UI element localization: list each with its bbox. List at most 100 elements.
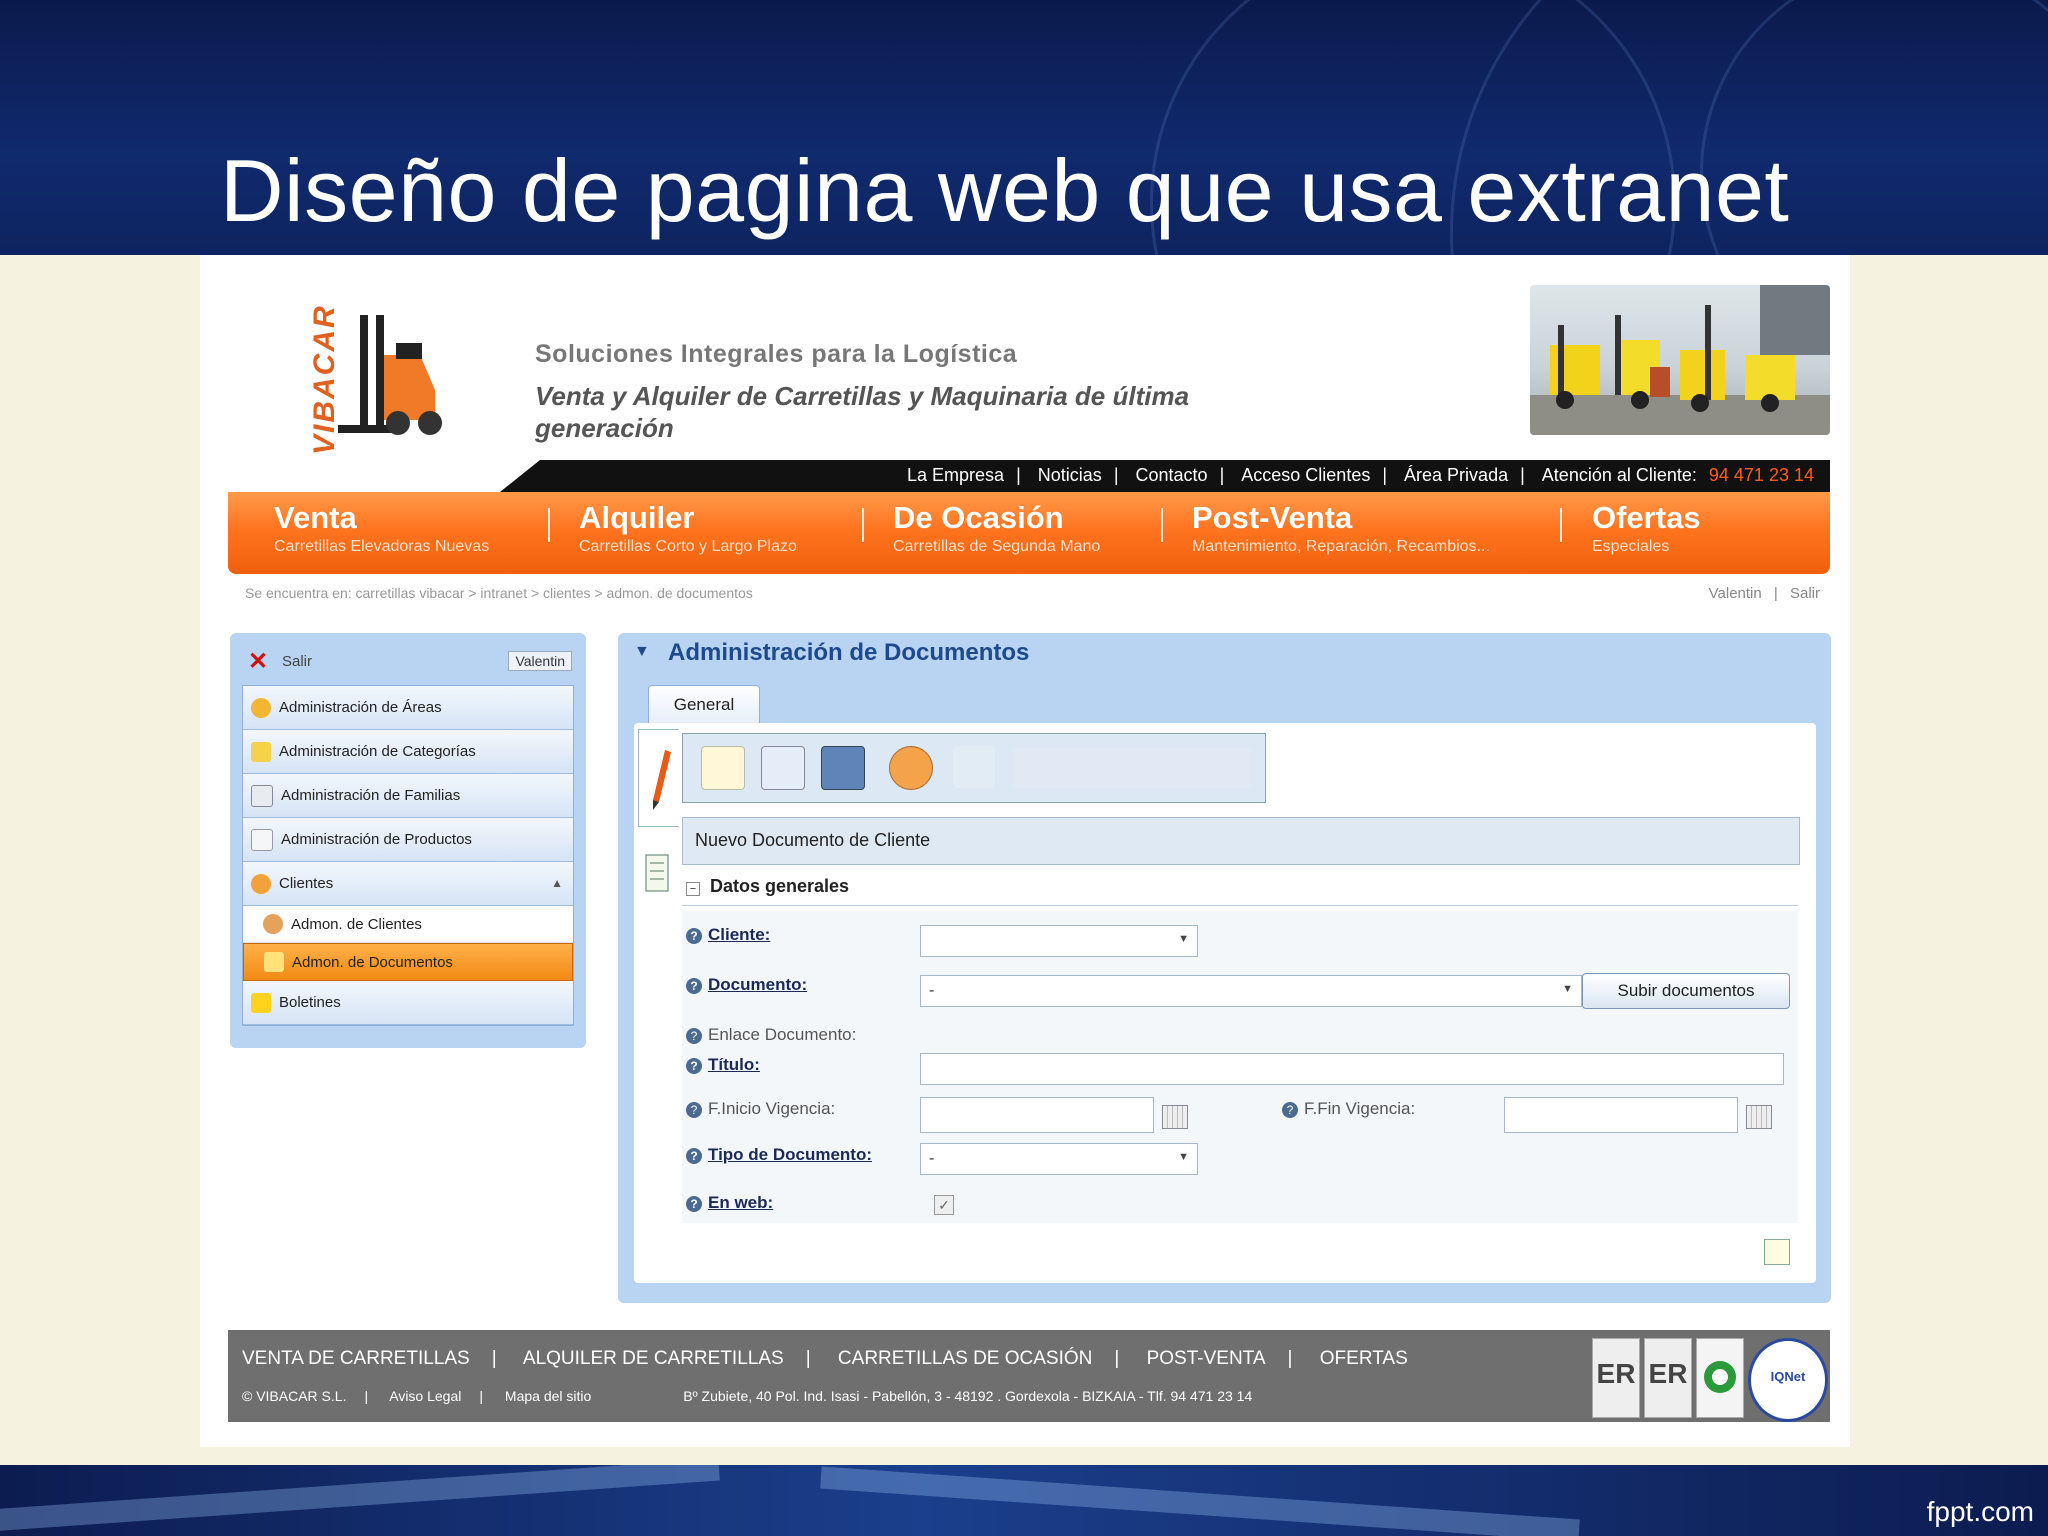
calendar-icon[interactable] (1746, 1105, 1772, 1129)
cliente-select[interactable]: ▼ (920, 925, 1198, 957)
label-text: F.Fin Vigencia: (1304, 1099, 1416, 1118)
mainnav-ofertas[interactable]: Ofertas Especiales (1592, 500, 1701, 558)
mainnav-venta[interactable]: Venta Carretillas Elevadoras Nuevas (274, 500, 489, 558)
topnav-noticias[interactable]: Noticias (1038, 465, 1102, 485)
edit-note-icon[interactable] (1764, 1239, 1790, 1265)
sidebar-subitem-admon-documentos[interactable]: Admon. de Documentos (243, 943, 573, 981)
categories-icon (251, 741, 271, 762)
form-fields: ? Cliente: ▼ ? Documento: - ▼ Subir docume… (682, 911, 1798, 1223)
collapse-minus-icon[interactable]: − (686, 882, 700, 896)
tipo-documento-select[interactable]: - ▼ (920, 1143, 1198, 1175)
decorative-band (0, 1465, 720, 1534)
help-icon[interactable]: ? (686, 1101, 702, 1118)
pencil-icon (653, 750, 671, 810)
finicio-input[interactable] (920, 1097, 1154, 1133)
list-document-icon[interactable] (644, 853, 670, 893)
field-label-documento: ? Documento: (686, 975, 807, 995)
sidebar-subitem-label: Admon. de Clientes (291, 915, 422, 933)
sidebar-item-areas[interactable]: Administración de Áreas (243, 686, 573, 730)
footer-link-ocasion[interactable]: CARRETILLAS DE OCASIÓN (838, 1348, 1092, 1369)
field-label-enweb: ? En web: (686, 1193, 773, 1213)
toolbar (682, 733, 1266, 803)
footer-link-post-venta[interactable]: POST-VENTA (1147, 1348, 1266, 1369)
mainnav-post-venta[interactable]: Post-Venta Mantenimiento, Reparación, Re… (1192, 500, 1490, 558)
vertical-tabs (634, 723, 680, 1283)
new-document-icon[interactable] (701, 746, 745, 790)
upload-documents-button[interactable]: Subir documentos (1582, 973, 1790, 1009)
help-icon[interactable]: ? (686, 927, 702, 944)
documento-select[interactable]: - ▼ (920, 975, 1582, 1007)
edit-pencil-tab[interactable] (638, 729, 679, 827)
help-icon[interactable]: ? (1282, 1101, 1298, 1118)
sidebar-item-boletines[interactable]: Boletines (243, 981, 573, 1025)
label-text: Tipo de Documento: (708, 1145, 873, 1164)
documents-folder-icon (264, 952, 284, 972)
sidebar-item-label: Administración de Productos (281, 831, 472, 848)
settings-gear-icon[interactable] (889, 746, 933, 790)
clients-icon (251, 873, 271, 894)
help-icon[interactable]: ? (686, 977, 702, 994)
collapse-caret-icon[interactable]: ▲ (551, 876, 563, 890)
attention-phone: 94 471 23 14 (1708, 465, 1814, 485)
sidebar-subitem-admon-clientes[interactable]: Admon. de Clientes (243, 906, 573, 943)
collapse-arrow-icon[interactable]: ▼ (634, 643, 650, 661)
save-new-icon[interactable] (761, 746, 805, 790)
chevron-down-icon: ▼ (1178, 1151, 1189, 1163)
field-label-titulo: ? Título: (686, 1055, 760, 1075)
sidebar-salir-link[interactable]: Salir (282, 653, 312, 670)
enweb-checkbox[interactable]: ✓ (934, 1195, 954, 1215)
select-value: - (929, 982, 935, 999)
section-divider (682, 905, 1798, 906)
help-icon[interactable]: ? (686, 1195, 702, 1212)
certification-er-badge: ER (1592, 1338, 1640, 1418)
titulo-input[interactable] (920, 1053, 1784, 1085)
footer-link-aviso-legal[interactable]: Aviso Legal (389, 1388, 461, 1404)
help-icon[interactable]: ? (686, 1147, 702, 1164)
help-icon[interactable]: ? (686, 1027, 702, 1044)
topnav-area-privada[interactable]: Área Privada (1404, 465, 1508, 485)
company-address: Bº Zubiete, 40 Pol. Ind. Isasi - Pabelló… (683, 1388, 1253, 1404)
site-subtagline: Venta y Alquiler de Carretillas y Maquin… (535, 381, 1190, 443)
label-text: Enlace Documento: (708, 1025, 857, 1044)
decorative-band (820, 1466, 1580, 1536)
areas-icon (251, 697, 271, 718)
sidebar-item-familias[interactable]: Administración de Familias (243, 774, 573, 818)
topnav-acceso-clientes[interactable]: Acceso Clientes (1241, 465, 1370, 485)
form-header: Nuevo Documento de Cliente (682, 817, 1800, 865)
close-icon[interactable]: ✕ (248, 647, 268, 676)
mainnav-de-ocasion[interactable]: De Ocasión Carretillas de Segunda Mano (893, 500, 1100, 558)
sidebar-item-productos[interactable]: Administración de Productos (243, 818, 573, 862)
logout-link[interactable]: Salir (1790, 585, 1820, 602)
ffin-input[interactable] (1504, 1097, 1738, 1133)
sidebar-item-clientes[interactable]: Clientes ▲ (243, 862, 573, 906)
mainnav-title: Alquiler (579, 500, 695, 535)
mainnav-alquiler[interactable]: Alquiler Carretillas Corto y Largo Plazo (579, 500, 797, 558)
sidebar-subitem-label: Admon. de Documentos (292, 953, 453, 971)
client-user-icon (263, 914, 283, 934)
sidebar-item-categorias[interactable]: Administración de Categorías (243, 730, 573, 774)
mainnav-title: Venta (274, 500, 357, 535)
footer-link-ofertas[interactable]: OFERTAS (1320, 1348, 1408, 1369)
field-label-cliente: ? Cliente: (686, 925, 770, 945)
user-link[interactable]: Valentin (1709, 585, 1762, 602)
topnav-empresa[interactable]: La Empresa (907, 465, 1004, 485)
footer-link-mapa[interactable]: Mapa del sitio (505, 1388, 591, 1404)
section-header[interactable]: − Datos generales (686, 876, 849, 897)
products-icon (251, 828, 273, 851)
tab-general[interactable]: General (648, 685, 760, 724)
nav-divider (1161, 508, 1163, 542)
nav-divider (548, 508, 550, 542)
select-value: - (929, 1150, 935, 1167)
documents-panel: ▼ Administración de Documentos General N… (618, 633, 1831, 1303)
topnav-contacto[interactable]: Contacto (1136, 465, 1208, 485)
footer-link-alquiler[interactable]: ALQUILER DE CARRETILLAS (523, 1348, 784, 1369)
site-footer: VENTA DE CARRETILLAS | ALQUILER DE CARRET… (228, 1330, 1830, 1422)
footer-link-venta[interactable]: VENTA DE CARRETILLAS (242, 1348, 470, 1369)
main-nav: Venta Carretillas Elevadoras Nuevas Alqu… (228, 492, 1830, 574)
mainnav-title: Ofertas (1592, 500, 1701, 535)
save-disk-icon[interactable] (821, 746, 865, 790)
help-icon[interactable]: ? (686, 1057, 702, 1074)
calendar-icon[interactable] (1162, 1105, 1188, 1129)
newsletter-envelope-icon (251, 992, 271, 1013)
sidebar-user-badge[interactable]: Valentin (508, 651, 572, 671)
